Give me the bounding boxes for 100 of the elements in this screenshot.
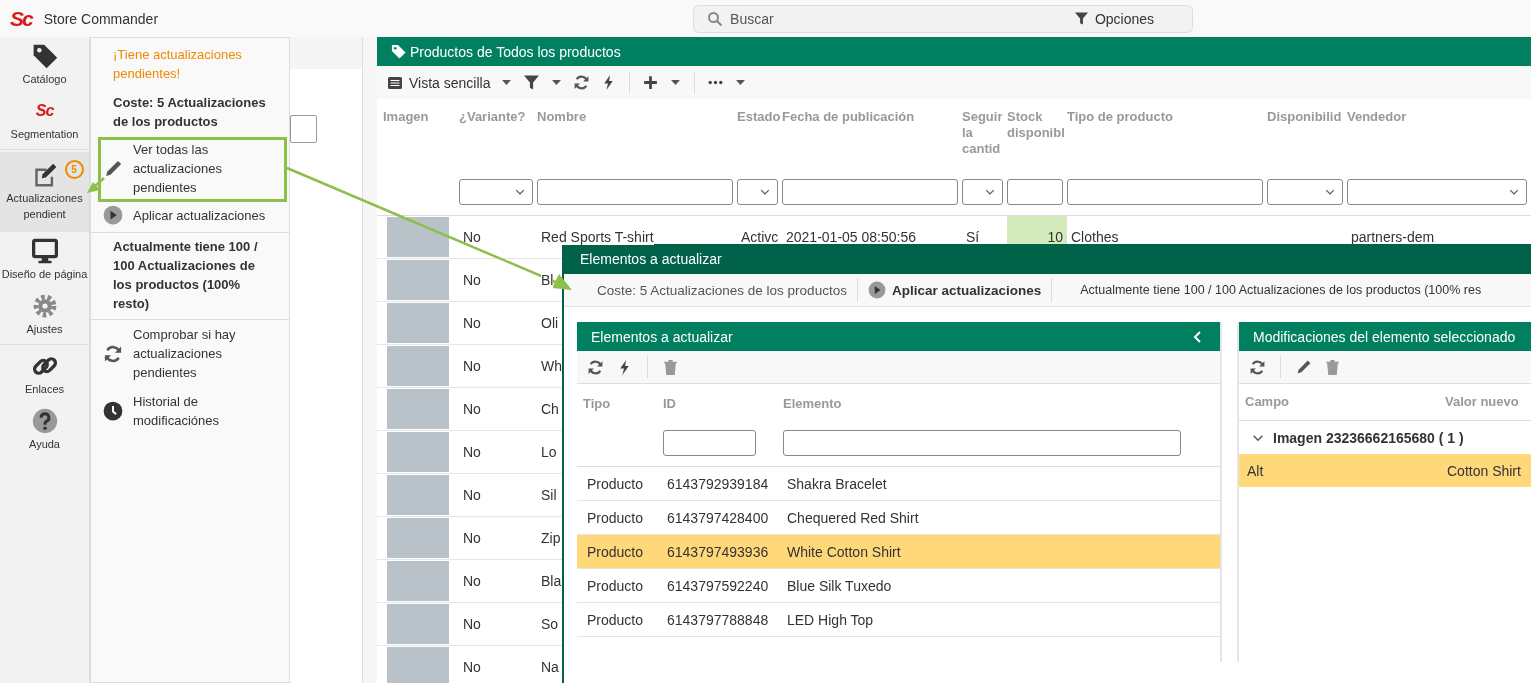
filter-dropdown[interactable] xyxy=(737,179,778,205)
table-cell: 2021-01-05 08:50:56 xyxy=(786,229,916,245)
filter-field[interactable] xyxy=(783,430,1181,456)
photo-placeholder xyxy=(387,475,449,515)
table-cell-text: Cotton Shirt xyxy=(1446,462,1522,479)
table-row[interactable]: Producto 6143792939184 Shakra Bracelet xyxy=(577,467,1220,501)
table-row[interactable]: Alt Cotton Shirt xyxy=(1239,454,1531,487)
plus-icon xyxy=(642,74,660,91)
menu-item[interactable]: Historial de modificaciónes xyxy=(91,389,289,435)
table-cell: No xyxy=(463,272,481,288)
photo-placeholder xyxy=(387,561,449,601)
table-cell-text: 6143797592240 xyxy=(666,577,770,594)
sidebar-item[interactable]: Sc Segmentation xyxy=(0,92,89,147)
filter-field[interactable] xyxy=(782,179,958,205)
window-title: Elementos a actualizar xyxy=(564,244,1531,274)
play-icon xyxy=(867,281,886,299)
column-header: Imagen xyxy=(383,109,430,125)
list-icon xyxy=(387,74,403,91)
table-cell-text: White Cotton Shirt xyxy=(786,543,902,560)
menu-item[interactable]: Ver todas las actualizaciones pendientes xyxy=(98,137,287,202)
menu-item[interactable]: Aplicar actualizaciones xyxy=(91,202,289,230)
filter-dropdown[interactable] xyxy=(962,179,1003,205)
info-text: Coste: 5 Actualizaciones de los productos xyxy=(112,94,267,131)
column-header: Stock disponibl xyxy=(1007,109,1063,141)
panel-title: Modificaciones del elemento seleccionado xyxy=(1253,328,1516,345)
help-icon xyxy=(31,408,58,434)
table-cell: No xyxy=(463,315,481,331)
table-cell-text: Producto xyxy=(586,509,645,526)
sidebar-item[interactable]: Enlaces xyxy=(0,347,89,402)
table-cell: Red Sports T-shirt xyxy=(541,229,654,245)
table-cell: Activc xyxy=(741,229,779,245)
table-cell: partners-dem xyxy=(1351,229,1435,245)
column-header: Estado xyxy=(737,109,778,125)
table-cell: No xyxy=(463,229,481,245)
sidebar-item[interactable]: 5 Actualizaciones pendient xyxy=(0,152,89,232)
photo-placeholder xyxy=(387,217,449,257)
table-cell: Wh xyxy=(541,358,562,374)
filter-field[interactable] xyxy=(1067,179,1263,205)
table-cell: No xyxy=(463,487,481,503)
table-cell: Bla xyxy=(541,573,562,589)
column-header: Tipo de producto xyxy=(1067,109,1174,125)
filter-field[interactable] xyxy=(1007,179,1063,205)
table-cell-text: Chequered Red Shirt xyxy=(786,509,920,526)
menu-item[interactable]: Comprobar si hay actualizaciones pendientes xyxy=(91,322,289,387)
table-cell: Bl xyxy=(541,272,554,288)
trash-icon xyxy=(662,358,679,376)
count-badge: 5 xyxy=(64,160,84,179)
table-cell-text: Producto xyxy=(586,577,645,594)
sidebar-item[interactable]: Diseño de página xyxy=(0,232,89,287)
filter-icon xyxy=(523,74,541,91)
table-cell-text: Shakra Bracelet xyxy=(786,475,888,492)
apply-button[interactable]: Aplicar actualizaciones xyxy=(867,281,1042,299)
table-row[interactable]: Producto 6143797493936 White Cotton Shirt xyxy=(577,535,1220,569)
caret-icon xyxy=(671,80,681,85)
sidebar-item[interactable]: Catálogo xyxy=(0,37,89,92)
quota-text: Actualmente tiene 100 / 100 Actualizaciones de los productos (100% res xyxy=(1080,283,1482,297)
table-cell: Sil xyxy=(541,487,557,503)
tag-icon xyxy=(31,43,58,69)
table-cell-text: Alt xyxy=(1246,462,1265,479)
table-cell-text: Producto xyxy=(586,543,645,560)
table-cell: No xyxy=(463,401,481,417)
column-header: Disponibilid xyxy=(1267,109,1343,125)
filter-field[interactable] xyxy=(663,430,757,456)
table-row[interactable]: Producto 6143797788848 LED High Top xyxy=(577,603,1220,637)
column-header: Fecha de publicación xyxy=(782,109,916,125)
tag-icon xyxy=(391,44,406,59)
column-header: Tipo xyxy=(583,396,612,412)
filter-dropdown[interactable] xyxy=(459,179,533,205)
filter-dropdown[interactable] xyxy=(1267,179,1343,205)
table-cell: Sí xyxy=(966,229,980,245)
view-button[interactable]: Vista sencilla xyxy=(385,72,493,93)
column-header: ¿Variante? xyxy=(459,109,527,125)
sidebar-label: Segmentation xyxy=(9,127,80,142)
table-cell: No xyxy=(463,659,481,675)
sidebar-item[interactable]: Ajustes xyxy=(0,287,89,342)
caret-icon xyxy=(552,80,562,85)
table-cell-text: 6143797493936 xyxy=(666,543,770,560)
filter-field[interactable] xyxy=(537,179,733,205)
notice-text: ¡Tiene actualizaciones pendientes! xyxy=(112,46,243,83)
clock-icon xyxy=(103,401,123,421)
sidebar-label: Catálogo xyxy=(21,72,68,87)
monitor-icon xyxy=(31,238,58,264)
column-header: Nombre xyxy=(537,109,588,125)
photo-placeholder xyxy=(387,604,449,644)
table-cell-text: Producto xyxy=(586,475,645,492)
column-header: ID xyxy=(663,396,677,412)
group-row[interactable]: Imagen 23236662165680 ( 1 ) xyxy=(1239,421,1531,454)
refresh-icon xyxy=(587,358,604,376)
sidebar-item[interactable]: Ayuda xyxy=(0,402,89,457)
table-cell: Oli xyxy=(541,315,559,331)
segmentation-logo: Sc xyxy=(35,102,54,120)
sidebar-label: Enlaces xyxy=(23,382,66,397)
trash-icon xyxy=(1324,358,1341,376)
filter-dropdown[interactable] xyxy=(1347,179,1527,205)
table-cell: No xyxy=(463,616,481,632)
photo-placeholder xyxy=(387,389,449,429)
app-title: Store Commander xyxy=(43,10,159,27)
table-row[interactable]: Producto 6143797592240 Blue Silk Tuxedo xyxy=(577,569,1220,603)
table-cell-text: Blue Silk Tuxedo xyxy=(786,577,893,594)
pencil-icon xyxy=(103,158,123,179)
